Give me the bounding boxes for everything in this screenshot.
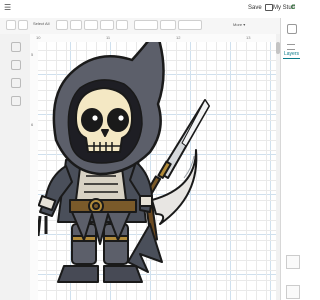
undo-tool[interactable]: [6, 20, 16, 30]
position-field[interactable]: [178, 20, 202, 30]
flip-tool[interactable]: [116, 20, 128, 30]
ruler-mark: 5: [31, 52, 34, 57]
more-label[interactable]: More ▾: [233, 22, 245, 27]
images-icon[interactable]: [11, 78, 21, 88]
align-tool[interactable]: [84, 20, 98, 30]
my-stuff-folder-icon[interactable]: [265, 4, 273, 11]
app-menu-icon[interactable]: ☰: [4, 3, 11, 12]
ruler-mark: 12: [176, 35, 181, 40]
tab-layers[interactable]: Layers: [284, 51, 299, 57]
ruler-mark: 6: [31, 122, 34, 127]
save-button[interactable]: Save: [248, 5, 262, 11]
arrange-tool[interactable]: [100, 20, 114, 30]
ruler-mark: 11: [106, 35, 111, 40]
canvas-button[interactable]: C: [291, 5, 295, 11]
panel-icon[interactable]: [287, 24, 297, 34]
size-field[interactable]: [134, 20, 158, 30]
text-icon[interactable]: [11, 96, 21, 106]
rotate-field[interactable]: [160, 20, 176, 30]
layer-thumbnail[interactable]: [286, 285, 300, 299]
select-all-label[interactable]: Select All: [33, 21, 49, 26]
offset-tool[interactable]: [70, 20, 82, 30]
reaper-illustration[interactable]: [38, 42, 276, 300]
edit-tool[interactable]: [56, 20, 68, 30]
ruler-mark: 10: [36, 35, 41, 40]
panel-icon[interactable]: [287, 44, 295, 50]
redo-tool[interactable]: [18, 20, 28, 30]
edit-toolbar: Select All More ▾: [0, 18, 280, 35]
templates-icon[interactable]: [11, 60, 21, 70]
top-bar: ☰ Save My Stuff C: [0, 0, 300, 19]
tab-underline: [283, 58, 300, 59]
cloak-back: [127, 223, 163, 273]
left-sidebar: [0, 34, 31, 300]
ruler-mark: 13: [246, 35, 251, 40]
new-icon[interactable]: [11, 42, 21, 52]
layer-thumbnail[interactable]: [286, 255, 300, 269]
design-canvas[interactable]: [38, 42, 276, 300]
